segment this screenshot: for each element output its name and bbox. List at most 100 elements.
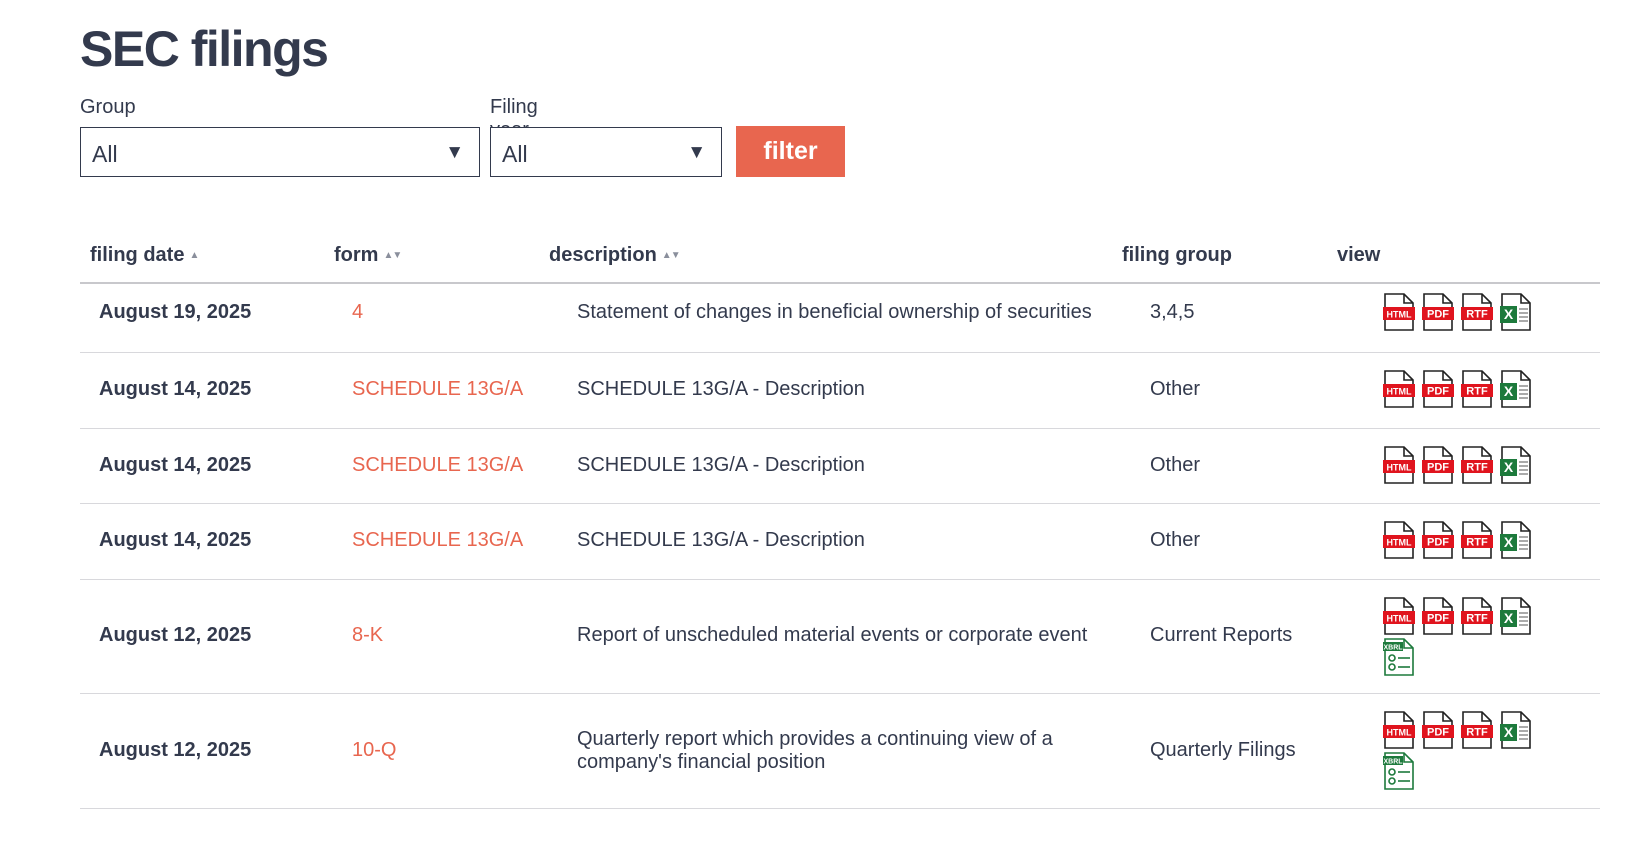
html-file-icon[interactable]: HTML — [1383, 711, 1415, 749]
excel-file-icon[interactable]: X — [1500, 293, 1532, 331]
rtf-file-icon[interactable]: RTF — [1461, 521, 1493, 559]
svg-text:PDF: PDF — [1427, 386, 1449, 398]
filing-date: August 12, 2025 — [99, 739, 252, 761]
view-icons: HTML PDF RTF X — [1383, 428, 1553, 503]
xbrl-file-icon[interactable]: XBRL — [1383, 638, 1415, 676]
table-row: August 14, 2025 SCHEDULE 13G/A SCHEDULE 13… — [80, 352, 1600, 429]
sec-filings-page: SEC filings Group All ▼ Filing year All … — [0, 0, 1628, 843]
svg-text:HTML: HTML — [1387, 310, 1412, 320]
svg-text:RTF: RTF — [1466, 613, 1488, 625]
svg-text:PDF: PDF — [1427, 727, 1449, 739]
pdf-file-icon[interactable]: PDF — [1422, 597, 1454, 635]
form-link[interactable]: SCHEDULE 13G/A — [352, 378, 523, 401]
excel-file-icon[interactable]: X — [1500, 446, 1532, 484]
header-filing-group-label: filing group — [1122, 244, 1232, 266]
filing-description: Quarterly report which provides a contin… — [577, 728, 1053, 773]
form-link[interactable]: SCHEDULE 13G/A — [352, 529, 523, 552]
view-icons: HTML PDF RTF X — [1383, 273, 1553, 352]
svg-text:RTF: RTF — [1466, 462, 1488, 474]
header-description-label: description — [549, 244, 657, 266]
svg-text:HTML: HTML — [1387, 463, 1412, 473]
filing-date: August 14, 2025 — [99, 378, 252, 400]
filter-button[interactable]: filter — [736, 126, 845, 177]
table-row: August 12, 2025 8-K Report of unscheduled … — [80, 579, 1600, 694]
filing-date: August 14, 2025 — [99, 529, 252, 551]
html-file-icon[interactable]: HTML — [1383, 521, 1415, 559]
header-description[interactable]: description ▲▼ — [549, 244, 681, 267]
dropdown-arrow-icon: ▼ — [445, 142, 464, 163]
html-file-icon[interactable]: HTML — [1383, 446, 1415, 484]
view-icons: HTML PDF RTF X — [1383, 352, 1553, 428]
svg-text:XBRL: XBRL — [1383, 759, 1403, 766]
svg-text:X: X — [1504, 459, 1514, 475]
table-row: August 14, 2025 SCHEDULE 13G/A SCHEDULE 13… — [80, 503, 1600, 580]
header-filing-date[interactable]: filing date ▲ — [90, 244, 199, 267]
svg-text:XBRL: XBRL — [1383, 645, 1403, 652]
html-file-icon[interactable]: HTML — [1383, 597, 1415, 635]
header-filing-group: filing group — [1122, 244, 1232, 267]
header-filing-date-label: filing date — [90, 244, 185, 266]
rtf-file-icon[interactable]: RTF — [1461, 370, 1493, 408]
view-icons: HTML PDF RTF X — [1383, 503, 1553, 579]
rtf-file-icon[interactable]: RTF — [1461, 446, 1493, 484]
group-select[interactable]: All ▼ — [80, 127, 480, 177]
filing-group: Other — [1150, 454, 1201, 476]
filing-description: SCHEDULE 13G/A - Description — [577, 454, 865, 476]
svg-text:RTF: RTF — [1466, 727, 1488, 739]
form-link[interactable]: 8-K — [352, 624, 383, 647]
svg-text:HTML: HTML — [1387, 387, 1412, 397]
sort-icon: ▲▼ — [383, 250, 402, 262]
excel-file-icon[interactable]: X — [1500, 370, 1532, 408]
rtf-file-icon[interactable]: RTF — [1461, 293, 1493, 331]
header-form[interactable]: form ▲▼ — [334, 244, 402, 267]
svg-text:RTF: RTF — [1466, 537, 1488, 549]
pdf-file-icon[interactable]: PDF — [1422, 521, 1454, 559]
excel-file-icon[interactable]: X — [1500, 521, 1532, 559]
pdf-file-icon[interactable]: PDF — [1422, 446, 1454, 484]
filing-description: Report of unscheduled material events or… — [577, 624, 1088, 646]
year-select-value: All — [502, 141, 528, 167]
svg-text:X: X — [1504, 306, 1514, 322]
header-form-label: form — [334, 244, 379, 266]
form-link[interactable]: 10-Q — [352, 739, 396, 762]
header-view: view — [1337, 244, 1380, 267]
filing-group: Other — [1150, 529, 1201, 551]
table-row: August 19, 2025 4 Statement of changes in … — [80, 273, 1600, 353]
sort-icon: ▲▼ — [661, 250, 681, 262]
view-icons: HTML PDF RTF X XBRL — [1383, 693, 1553, 808]
filing-group: Other — [1150, 378, 1201, 400]
rtf-file-icon[interactable]: RTF — [1461, 597, 1493, 635]
rtf-file-icon[interactable]: RTF — [1461, 711, 1493, 749]
svg-text:PDF: PDF — [1427, 613, 1449, 625]
pdf-file-icon[interactable]: PDF — [1422, 711, 1454, 749]
year-select[interactable]: All ▼ — [490, 127, 722, 177]
svg-text:PDF: PDF — [1427, 309, 1449, 321]
excel-file-icon[interactable]: X — [1500, 711, 1532, 749]
filing-description: SCHEDULE 13G/A - Description — [577, 378, 865, 400]
svg-text:HTML: HTML — [1387, 728, 1412, 738]
excel-file-icon[interactable]: X — [1500, 597, 1532, 635]
html-file-icon[interactable]: HTML — [1383, 293, 1415, 331]
group-select-value: All — [92, 141, 118, 167]
filing-date: August 19, 2025 — [99, 301, 252, 323]
svg-text:HTML: HTML — [1387, 614, 1412, 624]
form-link[interactable]: 4 — [352, 301, 363, 324]
header-view-label: view — [1337, 244, 1381, 266]
svg-text:X: X — [1504, 724, 1514, 740]
filing-group: Current Reports — [1150, 624, 1293, 646]
pdf-file-icon[interactable]: PDF — [1422, 293, 1454, 331]
svg-text:RTF: RTF — [1466, 386, 1488, 398]
page-title: SEC filings — [80, 21, 329, 77]
xbrl-file-icon[interactable]: XBRL — [1383, 752, 1415, 790]
table-row: August 14, 2025 SCHEDULE 13G/A SCHEDULE 13… — [80, 428, 1600, 504]
svg-text:HTML: HTML — [1387, 538, 1412, 548]
filing-group: 3,4,5 — [1150, 301, 1195, 323]
pdf-file-icon[interactable]: PDF — [1422, 370, 1454, 408]
filing-group: Quarterly Filings — [1150, 739, 1296, 761]
dropdown-arrow-icon: ▼ — [687, 142, 706, 163]
html-file-icon[interactable]: HTML — [1383, 370, 1415, 408]
svg-text:PDF: PDF — [1427, 462, 1449, 474]
filing-date: August 12, 2025 — [99, 624, 252, 646]
table-row: August 12, 2025 10-Q Quarterly report whic… — [80, 693, 1600, 809]
form-link[interactable]: SCHEDULE 13G/A — [352, 454, 523, 477]
